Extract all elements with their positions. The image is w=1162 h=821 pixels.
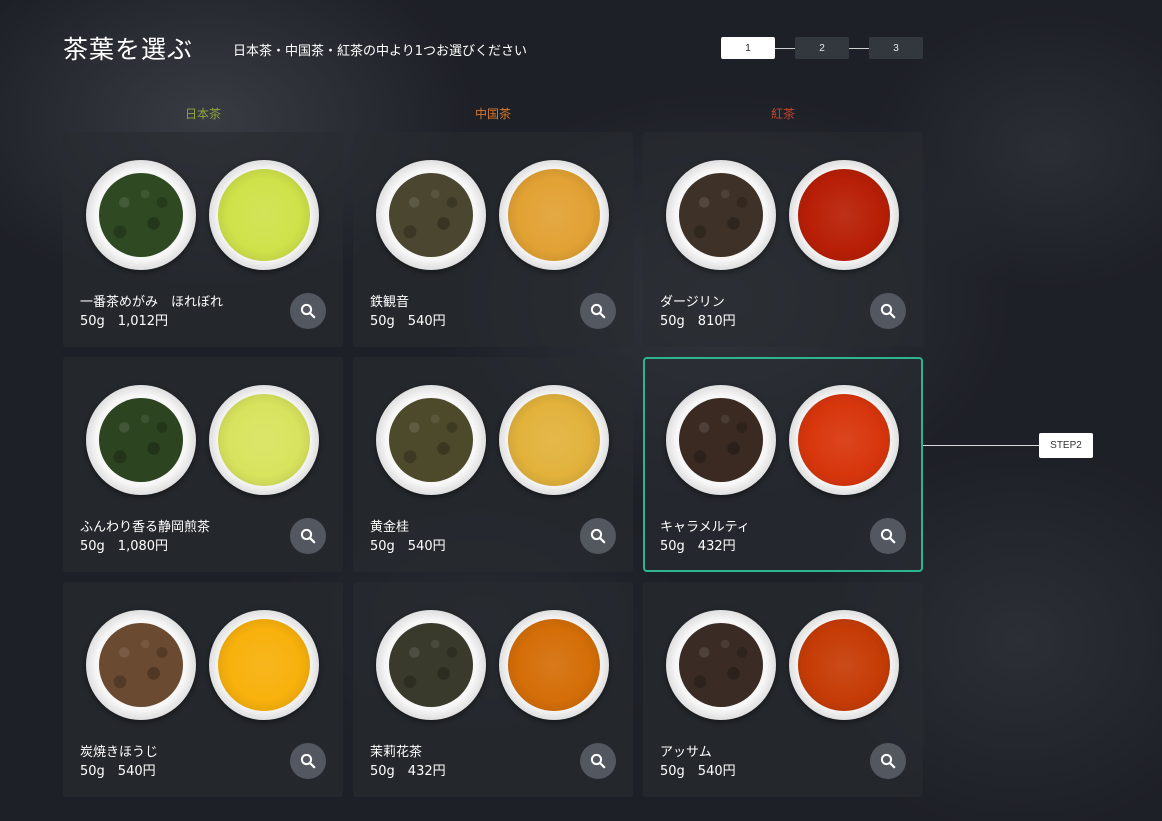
page-title: 茶葉を選ぶ — [63, 35, 194, 64]
search-icon — [590, 753, 606, 769]
tea-leaves-image — [666, 160, 776, 270]
search-icon — [590, 303, 606, 319]
tea-name: 鉄観音 — [370, 295, 410, 310]
tea-price: 50g 432円 — [660, 539, 736, 554]
tea-leaves-image — [376, 160, 486, 270]
tea-name: ダージリン — [660, 295, 725, 310]
tea-card[interactable]: ダージリン 50g 810円 — [643, 132, 923, 347]
zoom-button[interactable] — [290, 518, 326, 554]
tea-name: アッサム — [660, 745, 712, 760]
tea-leaves-image — [86, 160, 196, 270]
tea-leaves — [99, 398, 183, 482]
tea-liquor-image — [499, 160, 609, 270]
tea-liquor — [798, 394, 890, 486]
tea-card[interactable]: 一番茶めがみ ほれぼれ 50g 1,012円 — [63, 132, 343, 347]
zoom-button[interactable] — [580, 743, 616, 779]
tea-card-selected[interactable]: キャラメルティ 50g 432円 — [643, 357, 923, 572]
tea-liquor — [508, 394, 600, 486]
tea-leaves-image — [376, 385, 486, 495]
tea-liquor-image — [499, 610, 609, 720]
tea-liquor-image — [499, 385, 609, 495]
tea-liquor — [508, 169, 600, 261]
tea-card[interactable]: アッサム 50g 540円 — [643, 582, 923, 797]
callout-connector — [923, 445, 1039, 446]
tea-liquor-image — [789, 385, 899, 495]
tea-leaves — [679, 398, 763, 482]
tea-liquor — [798, 619, 890, 711]
zoom-button[interactable] — [870, 518, 906, 554]
tea-price: 50g 432円 — [370, 764, 446, 779]
column-header-black-tea: 紅茶 — [770, 107, 795, 121]
page-subtitle: 日本茶・中国茶・紅茶の中より1つお選びください — [233, 44, 528, 59]
step2-callout: STEP2 — [1039, 433, 1093, 458]
tea-price: 50g 1,012円 — [80, 314, 169, 329]
step-1[interactable]: 1 — [721, 37, 775, 59]
tea-price: 50g 1,080円 — [80, 539, 169, 554]
tea-liquor-image — [789, 160, 899, 270]
tea-price: 50g 540円 — [370, 314, 446, 329]
tea-liquor — [218, 169, 310, 261]
tea-card[interactable]: 鉄観音 50g 540円 — [353, 132, 633, 347]
tea-leaves-image — [86, 385, 196, 495]
tea-price: 50g 540円 — [660, 764, 736, 779]
zoom-button[interactable] — [580, 293, 616, 329]
tea-leaves — [389, 623, 473, 707]
search-icon — [590, 528, 606, 544]
tea-liquor-image — [209, 610, 319, 720]
search-icon — [300, 753, 316, 769]
tea-name: キャラメルティ — [660, 520, 750, 535]
step-connector — [775, 47, 795, 49]
tea-liquor-image — [209, 385, 319, 495]
tea-liquor — [508, 619, 600, 711]
zoom-button[interactable] — [870, 293, 906, 329]
step-3[interactable]: 3 — [869, 37, 923, 59]
tea-leaves — [99, 623, 183, 707]
zoom-button[interactable] — [580, 518, 616, 554]
tea-card[interactable]: ふんわり香る静岡煎茶 50g 1,080円 — [63, 357, 343, 572]
tea-liquor-image — [209, 160, 319, 270]
tea-leaves — [99, 173, 183, 257]
search-icon — [880, 528, 896, 544]
zoom-button[interactable] — [870, 743, 906, 779]
tea-card[interactable]: 黄金桂 50g 540円 — [353, 357, 633, 572]
tea-card[interactable]: 炭焼きほうじ 50g 540円 — [63, 582, 343, 797]
search-icon — [300, 528, 316, 544]
search-icon — [300, 303, 316, 319]
zoom-button[interactable] — [290, 293, 326, 329]
tea-leaves — [679, 173, 763, 257]
step-indicator: 1 2 3 — [721, 37, 923, 59]
tea-leaves-image — [666, 385, 776, 495]
search-icon — [880, 303, 896, 319]
column-header-japanese-tea: 日本茶 — [184, 107, 221, 121]
tea-leaves — [389, 173, 473, 257]
tea-liquor — [798, 169, 890, 261]
tea-name: ふんわり香る静岡煎茶 — [80, 520, 211, 535]
tea-name: 炭焼きほうじ — [80, 745, 159, 760]
tea-name: 黄金桂 — [370, 520, 410, 535]
tea-leaves — [679, 623, 763, 707]
step-2[interactable]: 2 — [795, 37, 849, 59]
tea-price: 50g 540円 — [80, 764, 156, 779]
tea-card[interactable]: 茉莉花茶 50g 432円 — [353, 582, 633, 797]
tea-leaves — [389, 398, 473, 482]
column-header-chinese-tea: 中国茶 — [474, 107, 511, 121]
tea-liquor — [218, 619, 310, 711]
search-icon — [880, 753, 896, 769]
tea-liquor-image — [789, 610, 899, 720]
tea-leaves-image — [666, 610, 776, 720]
tea-name: 一番茶めがみ ほれぼれ — [80, 295, 224, 310]
tea-price: 50g 810円 — [660, 314, 736, 329]
tea-price: 50g 540円 — [370, 539, 446, 554]
step-connector — [849, 47, 869, 49]
tea-leaves-image — [376, 610, 486, 720]
tea-liquor — [218, 394, 310, 486]
tea-name: 茉莉花茶 — [370, 745, 423, 760]
zoom-button[interactable] — [290, 743, 326, 779]
tea-leaves-image — [86, 610, 196, 720]
